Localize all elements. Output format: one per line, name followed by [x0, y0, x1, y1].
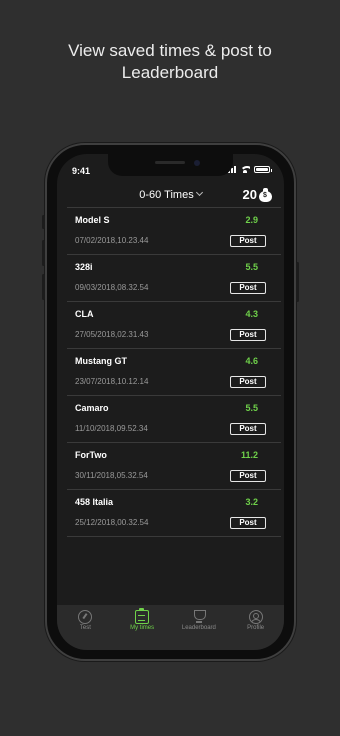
time-value: 11.2	[240, 450, 258, 460]
tab-label: Profile	[247, 625, 265, 631]
status-bar-time: 9:41	[72, 166, 91, 176]
trophy-icon	[192, 610, 206, 624]
time-value: 5.5	[245, 262, 258, 272]
post-button[interactable]: Post	[230, 376, 266, 388]
record-date: 09/03/2018,08.32.54	[75, 283, 149, 292]
list-item: CLA 4.3 27/05/2018,02.31.43 Post	[67, 302, 281, 349]
record-date: 23/07/2018,10.12.14	[75, 377, 149, 386]
app-screen: 9:41 0-60 Times 20 $ Model S 2.9 07/02/2…	[57, 154, 284, 650]
profile-icon	[248, 610, 263, 624]
tab-label: Leaderboard	[181, 625, 216, 631]
phone-side-button-silent	[42, 215, 45, 229]
list-item: 328i 5.5 09/03/2018,08.32.54 Post	[67, 255, 281, 302]
car-name: 328i	[75, 262, 93, 272]
coin-count: 20	[242, 187, 257, 202]
post-button[interactable]: Post	[230, 329, 266, 341]
tab-leaderboard[interactable]: Leaderboard	[171, 605, 228, 650]
tab-label: My times	[130, 625, 155, 631]
car-name: Camaro	[75, 403, 109, 413]
time-value: 4.3	[245, 309, 258, 319]
speaker-grille	[155, 161, 185, 164]
car-name: 458 Italia	[75, 497, 114, 507]
list-item: Mustang GT 4.6 23/07/2018,10.12.14 Post	[67, 349, 281, 396]
list-item: 458 Italia 3.2 25/12/2018,00.32.54 Post	[67, 490, 281, 537]
record-date: 27/05/2018,02.31.43	[75, 330, 149, 339]
tab-my-times[interactable]: My times	[114, 605, 171, 650]
tab-label: Test	[79, 625, 91, 631]
clipboard-icon	[135, 608, 150, 624]
times-list: Model S 2.9 07/02/2018,10.23.44 Post 328…	[67, 207, 281, 537]
headline-line-2: Leaderboard	[121, 63, 219, 82]
list-item: ForTwo 11.2 30/11/2018,05.32.54 Post	[67, 443, 281, 490]
chevron-down-icon	[195, 188, 203, 197]
battery-icon	[254, 166, 272, 173]
time-value: 4.6	[245, 356, 258, 366]
phone-volume-down-button	[42, 274, 45, 300]
coin-balance[interactable]: 20 $	[243, 187, 272, 202]
car-name: Mustang GT	[75, 356, 127, 366]
post-button[interactable]: Post	[230, 235, 266, 247]
promo-headline: View saved times & post to Leaderboard	[0, 40, 340, 84]
record-date: 30/11/2018,05.32.54	[75, 471, 148, 480]
record-date: 07/02/2018,10.23.44	[75, 236, 149, 245]
time-value: 5.5	[245, 403, 258, 413]
time-value: 2.9	[245, 215, 258, 225]
time-value: 3.2	[245, 497, 258, 507]
car-name: Model S	[75, 215, 110, 225]
list-item: Camaro 5.5 11/10/2018,09.52.34 Post	[67, 396, 281, 443]
wifi-icon	[240, 166, 250, 173]
phone-volume-up-button	[42, 240, 45, 266]
tab-bar: Test My times Leaderboard Profile	[57, 605, 284, 650]
tab-profile[interactable]: Profile	[227, 605, 284, 650]
record-date: 25/12/2018,00.32.54	[75, 518, 149, 527]
car-name: ForTwo	[75, 450, 107, 460]
post-button[interactable]: Post	[230, 470, 266, 482]
post-button[interactable]: Post	[230, 282, 266, 294]
phone-power-button	[296, 262, 299, 302]
tab-test[interactable]: Test	[57, 605, 114, 650]
front-camera	[194, 160, 200, 166]
headline-line-1: View saved times & post to	[68, 41, 272, 60]
post-button[interactable]: Post	[230, 423, 266, 435]
record-date: 11/10/2018,09.52.34	[75, 424, 148, 433]
money-bag-icon: $	[259, 187, 272, 202]
speedometer-icon	[78, 610, 93, 624]
post-button[interactable]: Post	[230, 517, 266, 529]
notch	[108, 154, 233, 176]
page-title: 0-60 Times	[139, 189, 194, 201]
car-name: CLA	[75, 309, 94, 319]
title-bar: 0-60 Times 20 $	[57, 187, 284, 207]
list-item: Model S 2.9 07/02/2018,10.23.44 Post	[67, 208, 281, 255]
